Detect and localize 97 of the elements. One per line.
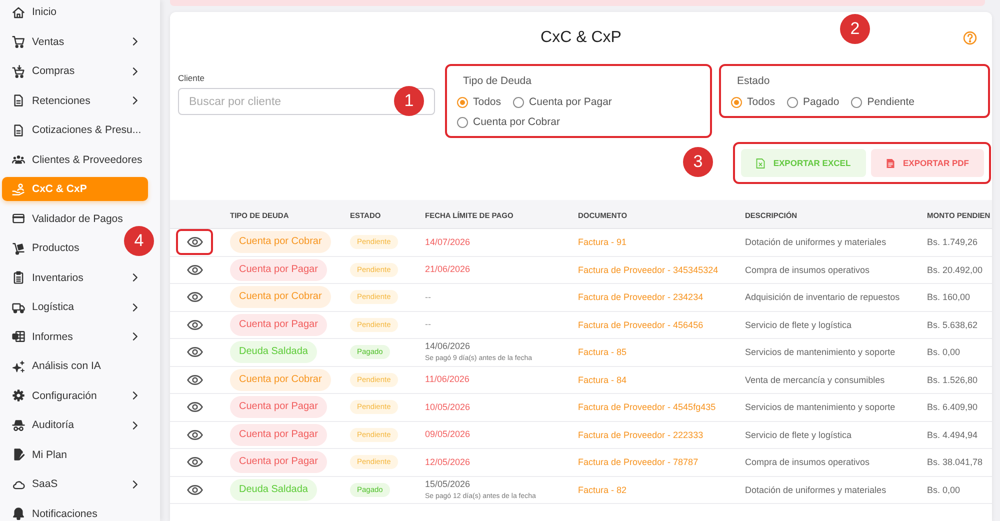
debt-type-tag: Cuenta por Pagar (230, 258, 327, 281)
debt-type-tag: Deuda Saldada (230, 341, 317, 364)
nav-item[interactable]: Inicio (2, 0, 61, 24)
description-text: Servicio de flete y logística (745, 430, 852, 440)
settings-icon (12, 389, 25, 402)
radio-option[interactable]: Cuenta por Pagar (513, 94, 612, 110)
sparkle-icon (12, 360, 25, 372)
cart-icon (12, 35, 25, 48)
nav-item[interactable]: Compras (2, 59, 148, 83)
description-text: Servicio de flete y logística (745, 320, 852, 330)
debt-type-tag: Deuda Saldada (230, 478, 317, 501)
document-icon (12, 124, 25, 136)
cart-arrow-icon (12, 64, 25, 78)
debt-type-tag: Cuenta por Pagar (230, 451, 327, 474)
nav-item[interactable]: Configuración (2, 384, 148, 408)
amount-text: Bs. 0,00 (927, 347, 960, 358)
description-text: Venta de mercancía y consumibles (745, 374, 885, 385)
radio-option[interactable]: Todos (731, 94, 776, 110)
eye-icon (186, 484, 202, 495)
amount-text: Bs. 6.409,90 (927, 402, 978, 412)
radio-option[interactable]: Pagado (787, 94, 840, 110)
due-date: -- (425, 319, 432, 330)
amount-text: Bs. 1.526,80 (927, 374, 978, 385)
spreadsheet-icon (12, 330, 25, 343)
eye-icon (186, 320, 202, 330)
filter-label: Estado (737, 74, 771, 88)
eye-icon (186, 430, 202, 440)
bell-icon (12, 507, 25, 520)
eye-icon (186, 457, 202, 468)
clipboard-icon (12, 271, 25, 284)
amount-text: Bs. 38.041,78 (927, 457, 983, 468)
description-text: Servicios de mantenimiento y soporte (745, 347, 896, 358)
nav-item[interactable]: Inventarios (2, 266, 148, 290)
document-icon (886, 158, 896, 168)
nav-item[interactable]: Notificaciones (2, 502, 102, 521)
nav-item[interactable]: SaaS (2, 472, 148, 496)
due-date: 11/06/2026 (425, 374, 470, 386)
page-title: CxC & CxP (540, 28, 622, 48)
eye-icon (186, 237, 202, 248)
description-text: Adquisición de inventario de repuestos (745, 292, 900, 302)
due-date: 12/05/2026 (425, 456, 472, 468)
spreadsheet-file-icon (756, 158, 766, 168)
nav-item[interactable]: Informes (2, 324, 148, 348)
nav-item[interactable]: Cotizaciones & Presu... (2, 118, 146, 142)
field-label: Cliente (178, 73, 206, 83)
eye-icon (186, 374, 202, 385)
incognito-icon (12, 418, 25, 432)
home-icon (12, 6, 25, 18)
credit-card-icon (12, 212, 25, 225)
due-date: 14/07/2026 (425, 236, 472, 248)
radio-option[interactable]: Pendiente (851, 94, 915, 110)
amount-text: Bs. 0,00 (927, 484, 960, 495)
eye-icon (186, 347, 202, 358)
due-date: -- (425, 292, 432, 303)
nav-item[interactable]: Mi Plan (2, 442, 72, 466)
nav-item[interactable]: Logística (2, 295, 148, 319)
debt-type-tag: Cuenta por Cobrar (230, 286, 331, 308)
debt-type-tag: Cuenta por Pagar (230, 396, 327, 418)
hand-truck-icon (12, 242, 25, 254)
amount-text: Bs. 160,00 (927, 292, 970, 302)
debt-type-tag: Cuenta por Cobrar (230, 368, 331, 391)
eye-icon (186, 402, 202, 412)
document-icon (12, 94, 25, 107)
nav-item[interactable]: Retenciones (2, 88, 148, 112)
amount-text: Bs. 20.492,00 (927, 264, 983, 275)
radio-option[interactable]: Cuenta por Cobrar (457, 114, 560, 130)
view-button[interactable] (176, 229, 213, 256)
due-date: 21/06/2026 (425, 264, 472, 276)
due-date: 15/05/2026 (425, 478, 472, 490)
due-date: 09/05/2026 (425, 429, 472, 440)
nav-item[interactable]: Ventas (2, 30, 148, 54)
debt-type-tag: Cuenta por Pagar (230, 424, 327, 446)
eye-icon (186, 292, 202, 302)
eye-icon (186, 264, 202, 275)
radio-option[interactable]: Todos (457, 94, 502, 110)
debt-type-tag: Cuenta por Pagar (230, 314, 327, 336)
nav-item[interactable]: Auditoría (2, 413, 148, 437)
amount-text: Bs. 5.638,62 (927, 320, 978, 330)
description-text: Compra de insumos operativos (745, 457, 870, 468)
nav-item[interactable]: Clientes & Proveedores (2, 148, 146, 172)
document-pen-icon (12, 448, 25, 461)
description-text: Servicios de mantenimiento y soporte (745, 402, 896, 412)
due-date: 10/05/2026 (425, 402, 472, 413)
filter-label: Tipo de Deuda (463, 74, 532, 88)
hand-user-icon (12, 182, 25, 196)
people-icon (12, 153, 25, 166)
nav-item[interactable]: Análisis con IA (2, 354, 105, 378)
description-text: Dotación de uniformes y materiales (745, 237, 886, 248)
nav-item[interactable]: Productos (2, 236, 84, 260)
truck-icon (12, 300, 25, 314)
nav-item[interactable]: Validador de Pagos (2, 206, 127, 230)
due-date: 14/06/2026 (425, 341, 472, 352)
amount-text: Bs. 1.749,26 (927, 237, 978, 248)
amount-text: Bs. 4.494,94 (927, 430, 978, 440)
description-text: Compra de insumos operativos (745, 264, 870, 275)
debt-type-tag: Cuenta por Cobrar (230, 231, 331, 254)
description-text: Dotación de uniformes y materiales (745, 484, 886, 495)
